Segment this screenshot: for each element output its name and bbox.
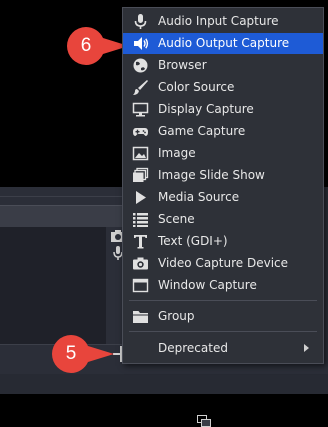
- slideshow-icon: [133, 167, 149, 182]
- microphone-icon: [134, 14, 147, 29]
- menu-item-image-slide-show[interactable]: Image Slide Show: [123, 165, 323, 186]
- menu-separator: [129, 331, 317, 332]
- menu-item-image[interactable]: Image: [123, 143, 323, 164]
- callout-number: 5: [65, 343, 77, 364]
- step-callout-5: 5: [52, 335, 116, 373]
- globe-icon: [133, 58, 148, 73]
- menu-item-scene[interactable]: Scene: [123, 209, 323, 230]
- list-icon: [133, 213, 148, 227]
- status-strip: [0, 374, 328, 394]
- submenu-arrow-icon: [304, 344, 309, 352]
- camera-icon: [133, 257, 148, 270]
- menu-separator: [129, 300, 317, 301]
- menu-item-game-capture[interactable]: Game Capture: [123, 121, 323, 142]
- float-dock-icon[interactable]: [197, 415, 211, 427]
- window-icon: [132, 278, 149, 293]
- folder-icon: [133, 311, 148, 323]
- paint-brush-icon: [133, 80, 148, 95]
- menu-item-audio-output-capture[interactable]: Audio Output Capture: [123, 33, 323, 54]
- menu-item-group[interactable]: Group: [123, 306, 323, 327]
- menu-item-browser[interactable]: Browser: [123, 55, 323, 76]
- callout-number: 6: [80, 35, 92, 56]
- menu-item-audio-input-capture[interactable]: Audio Input Capture: [123, 11, 323, 32]
- speaker-icon: [134, 37, 149, 50]
- menu-item-window-capture[interactable]: Window Capture: [123, 275, 323, 296]
- add-source-menu: Audio Input Capture Audio Output Capture…: [122, 7, 324, 364]
- menu-item-display-capture[interactable]: Display Capture: [123, 99, 323, 120]
- menu-item-color-source[interactable]: Color Source: [123, 77, 323, 98]
- menu-item-text-gdi[interactable]: Text (GDI+): [123, 231, 323, 252]
- menu-item-video-capture-device[interactable]: Video Capture Device: [123, 253, 323, 274]
- menu-item-media-source[interactable]: Media Source: [123, 187, 323, 208]
- menu-item-deprecated[interactable]: Deprecated: [123, 338, 323, 359]
- image-icon: [132, 146, 149, 161]
- monitor-icon: [132, 102, 149, 117]
- play-icon: [136, 191, 146, 204]
- sources-list[interactable]: [0, 227, 106, 344]
- gamepad-icon: [133, 128, 148, 136]
- text-icon: [134, 235, 147, 249]
